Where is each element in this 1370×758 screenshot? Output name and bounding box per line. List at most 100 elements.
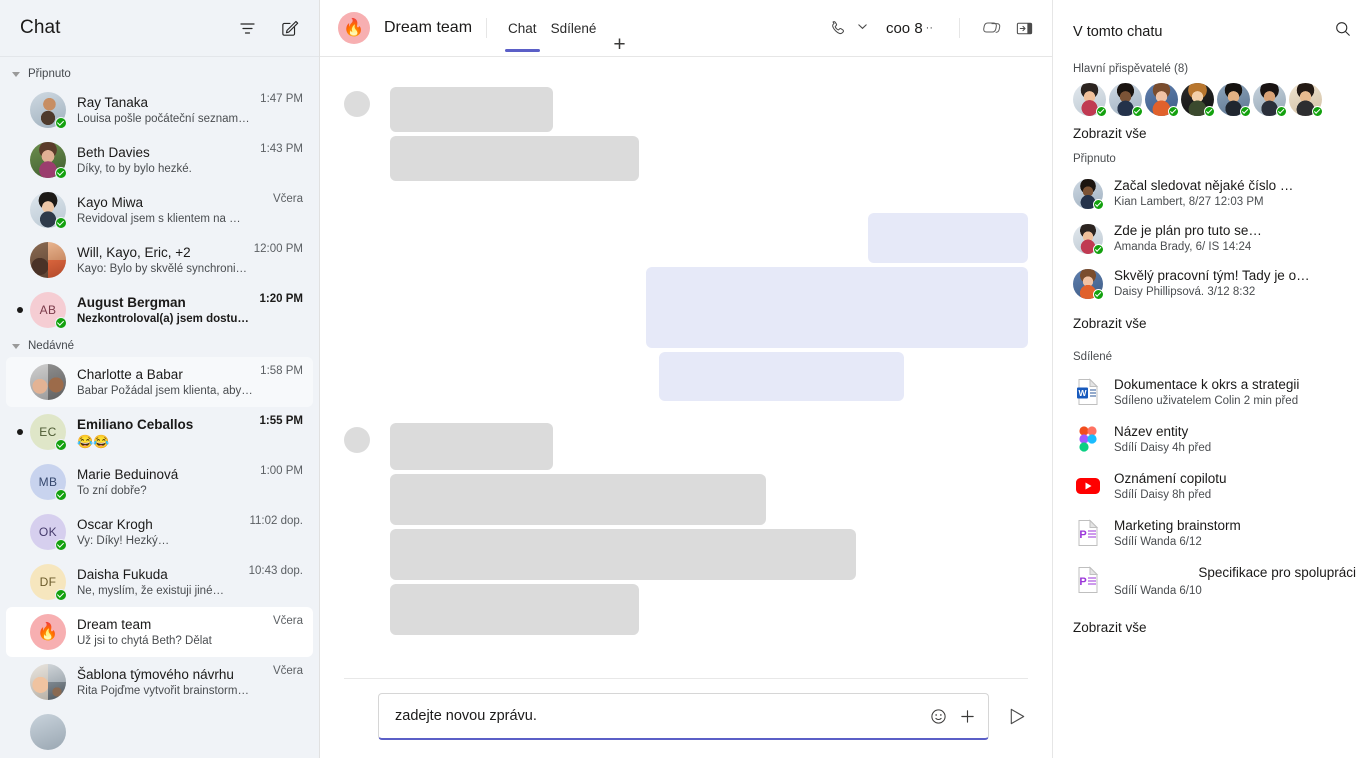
chat-list-item[interactable]: EC Emiliano Ceballos 😂😂 1:55 PM [6, 407, 313, 457]
header-divider [486, 18, 488, 38]
shared-file-item[interactable]: Oznámení copilotu Sdílí Daisy 8h před [1053, 463, 1370, 510]
chat-list-item-partial[interactable] [6, 707, 313, 757]
avatar[interactable] [1181, 83, 1215, 117]
send-icon[interactable] [1007, 706, 1028, 727]
chat-title: Dream team [384, 19, 473, 36]
chat-list-item[interactable]: OK Oscar Krogh Vy: Díky! Hezký… 11:02 do… [6, 507, 313, 557]
word-icon: W [1073, 377, 1103, 407]
pinned-item-title: Zde je plán pro tuto se… [1114, 223, 1262, 238]
shared-file-item[interactable]: P Specifikace pro spolupráci Sdílí Wanda… [1053, 557, 1370, 606]
pinned-item[interactable]: Skvělý pracovní tým! Tady je o… Daisy Ph… [1053, 261, 1370, 306]
shared-show-all-link[interactable]: Zobrazit vše [1053, 606, 1370, 639]
presence-available-icon [1276, 106, 1287, 117]
shared-file-item[interactable]: W Dokumentace k okrs a strategii Sdíleno… [1053, 369, 1370, 416]
tab-shared[interactable]: Sdílené [544, 0, 604, 57]
shared-file-title: Název entity [1114, 424, 1189, 439]
chat-item-preview: Už jsi to chytá Beth? Dělat [77, 634, 212, 647]
avatar: 🔥 [30, 614, 66, 650]
emoji-icon[interactable] [930, 708, 947, 725]
call-icon[interactable] [825, 14, 853, 42]
chat-item-time: 1:43 PM [260, 143, 303, 155]
shared-file-text: Marketing brainstorm Sdílí Wanda 6/12 [1103, 517, 1356, 550]
avatar-emoji-fire: 🔥 [30, 614, 66, 650]
shared-file-title: Dokumentace k okrs a strategii [1114, 377, 1300, 392]
avatar [30, 364, 66, 400]
avatar[interactable] [1073, 83, 1107, 117]
add-tab-button[interactable]: + [603, 34, 635, 55]
shared-file-text: Specifikace pro spolupráci Sdílí Wanda 6… [1103, 564, 1356, 599]
pinned-item-meta: Amanda Brady, 6/ IS 14:24 [1114, 241, 1252, 253]
open-panel-icon[interactable] [1010, 14, 1038, 42]
chat-list-item-dream-team[interactable]: 🔥 Dream team Už jsi to chytá Beth? Dělat… [6, 607, 313, 657]
chat-item-time: Včera [272, 615, 303, 627]
pinned-show-all-link[interactable]: Zobrazit vše [1053, 306, 1370, 335]
chat-list-item[interactable]: DF Daisha Fukuda Ne, myslím, že existuji… [6, 557, 313, 607]
avatar[interactable] [1145, 83, 1179, 117]
message-bubble-placeholder [390, 87, 553, 132]
shared-file-meta: Sdílí Wanda 6/12 [1114, 536, 1202, 548]
chat-list-item[interactable]: Beth Davies Díky, to by bylo hezké. 1:43… [6, 135, 313, 185]
roster-people-button[interactable]: coo 8 ·· [878, 16, 941, 41]
avatar: MB [30, 464, 67, 501]
message-avatar-placeholder [344, 91, 370, 117]
avatar[interactable] [1253, 83, 1287, 117]
avatar [30, 92, 67, 129]
chat-list-item[interactable]: Charlotte a Babar Babar Požádal jsem kli… [6, 357, 313, 407]
sidebar-header: Chat [0, 0, 319, 57]
shared-file-item[interactable]: Název entity Sdílí Daisy 4h před [1053, 416, 1370, 463]
shared-file-item[interactable]: P Marketing brainstorm Sdílí Wanda 6/12 [1053, 510, 1370, 557]
message-bubble-placeholder [390, 474, 766, 525]
chat-item-name: Beth Davies [77, 144, 150, 160]
filter-icon[interactable] [233, 14, 261, 42]
details-panel-header: V tomto chatu [1053, 0, 1370, 55]
copilot-icon[interactable] [978, 14, 1006, 42]
shared-file-meta: Sdílí Wanda 6/10 [1114, 585, 1202, 597]
chat-list-item[interactable]: MB Marie Beduinová To zní dobře? 1:00 PM [6, 457, 313, 507]
shared-file-text: Název entity Sdílí Daisy 4h před [1103, 423, 1356, 456]
chat-group-header-pinned[interactable]: Připnuto [0, 63, 319, 85]
compose-icon[interactable] [275, 14, 303, 42]
avatar [30, 142, 67, 179]
powerpoint-icon: P [1073, 518, 1103, 548]
avatar-image-group [30, 664, 66, 700]
shared-label: Sdílené [1073, 351, 1113, 363]
avatar[interactable] [1289, 83, 1323, 117]
search-icon[interactable] [1334, 20, 1352, 43]
chat-list-item[interactable]: Kayo Miwa Revidoval jsem s klientem na …… [6, 185, 313, 235]
chat-list-item[interactable]: AB August Bergman Nezkontroloval(a) jsem… [6, 285, 313, 335]
message-bubble-placeholder [659, 352, 904, 401]
chat-group-label: Připnuto [28, 68, 71, 80]
chat-group-label: Nedávné [28, 340, 75, 352]
presence-available-icon [55, 317, 67, 329]
tab-chat[interactable]: Chat [501, 0, 544, 57]
message-bubble-placeholder [390, 584, 639, 635]
avatar [30, 714, 66, 750]
call-chevron-down-icon[interactable] [857, 19, 874, 37]
chat-item-preview: Nezkontroloval(a) jsem dostupný čas… [77, 312, 254, 325]
message-bubbles [390, 87, 639, 181]
chat-header-actions: coo 8 ·· [825, 14, 1038, 42]
composer-box[interactable] [378, 693, 989, 740]
contributors-avatars[interactable] [1053, 81, 1370, 117]
pinned-item[interactable]: Začal sledovat nějaké číslo … Kian Lambe… [1053, 171, 1370, 216]
figma-icon [1073, 424, 1103, 454]
message-bubble-placeholder [868, 213, 1028, 263]
chat-item-time: 1:58 PM [260, 365, 303, 377]
message-input[interactable] [395, 708, 930, 724]
message-bubble-placeholder [390, 136, 639, 181]
chat-list[interactable]: Připnuto Ray Tanaka Louisa pošle počáteč… [0, 57, 319, 758]
pinned-item[interactable]: Zde je plán pro tuto se… Amanda Brady, 6… [1053, 216, 1370, 261]
chat-list-item[interactable]: Ray Tanaka Louisa pošle počáteční seznam… [6, 85, 313, 135]
plus-icon[interactable] [959, 708, 976, 725]
chat-tabs[interactable]: Chat Sdílené + [501, 0, 636, 57]
avatar[interactable] [1217, 83, 1251, 117]
shared-file-title: Marketing brainstorm [1114, 518, 1241, 533]
shared-file-meta: Sdílí Daisy 4h před [1114, 442, 1212, 454]
chat-list-item[interactable]: Šablona týmového návrhu Rita Pojďme vytv… [6, 657, 313, 707]
chat-group-header-recent[interactable]: Nedávné [0, 335, 319, 357]
chat-list-item[interactable]: Will, Kayo, Eric, +2 Kayo: Bylo by skvěl… [6, 235, 313, 285]
pinned-item-meta: Kian Lambert, 8/27 12:03 PM [1114, 196, 1264, 208]
contributors-show-all-link[interactable]: Zobrazit vše [1053, 116, 1370, 145]
roster-overflow-icon: ·· [925, 21, 933, 34]
avatar[interactable] [1109, 83, 1143, 117]
